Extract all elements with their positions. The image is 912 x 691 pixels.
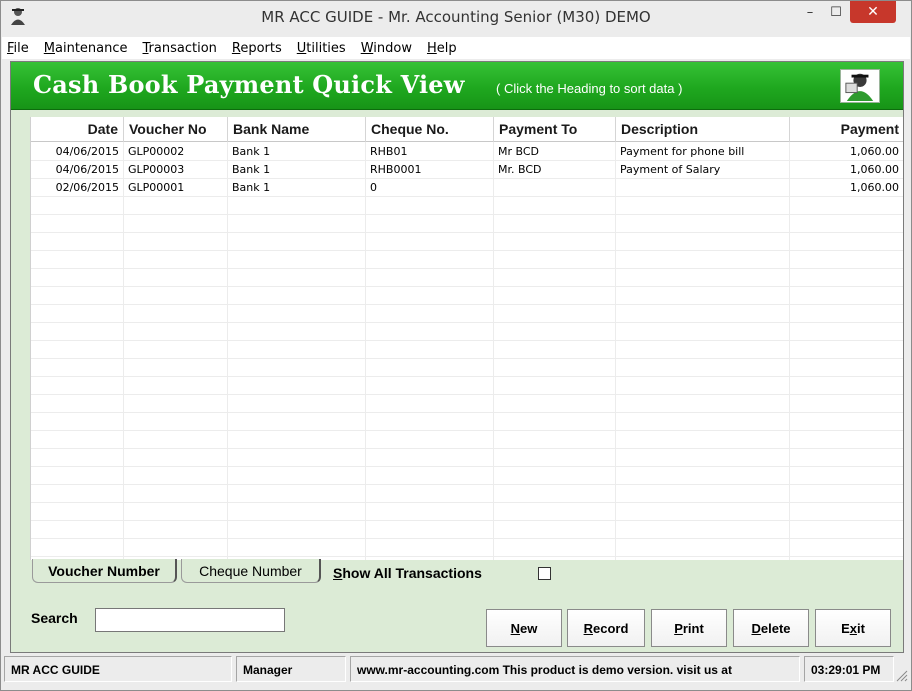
exit-button[interactable]: Ex it bbox=[815, 609, 891, 647]
empty-row bbox=[31, 287, 903, 305]
table-cell bbox=[494, 179, 616, 197]
table-cell: Mr. BCD bbox=[494, 161, 616, 179]
table-cell: Bank 1 bbox=[228, 143, 366, 161]
table-cell: Mr BCD bbox=[494, 143, 616, 161]
column-description[interactable]: Description bbox=[616, 117, 790, 142]
delete-button[interactable]: Delete bbox=[733, 609, 809, 647]
table-cell: Bank 1 bbox=[228, 179, 366, 197]
table-cell: Bank 1 bbox=[228, 161, 366, 179]
table-cell bbox=[616, 179, 790, 197]
search-label: Search bbox=[31, 610, 78, 626]
menu-transaction[interactable]: Transaction bbox=[143, 41, 217, 56]
table-row[interactable]: 04/06/2015 GLP00002 Bank 1 RHB01 Mr BCD Payme… bbox=[31, 143, 903, 161]
title-bar[interactable]: MR ACC GUIDE - Mr. Accounting Senior (M3… bbox=[1, 1, 911, 35]
menu-help[interactable]: Help bbox=[427, 41, 457, 56]
column-bank-name[interactable]: Bank Name bbox=[228, 117, 366, 142]
sort-hint: ( Click the Heading to sort data ) bbox=[496, 81, 683, 96]
status-user: Manager bbox=[236, 656, 346, 682]
table-cell: Payment of Salary bbox=[616, 161, 790, 179]
search-input[interactable] bbox=[95, 608, 285, 632]
window-title: MR ACC GUIDE - Mr. Accounting Senior (M3… bbox=[261, 8, 651, 26]
menu-window[interactable]: Window bbox=[361, 41, 412, 56]
page-title: Cash Book Payment Quick View bbox=[33, 70, 465, 99]
menu-file[interactable]: File bbox=[7, 41, 29, 56]
empty-row bbox=[31, 215, 903, 233]
show-all-transactions-checkbox[interactable] bbox=[538, 567, 551, 580]
column-date[interactable]: Date bbox=[31, 117, 124, 142]
column-cheque-no[interactable]: Cheque No. bbox=[366, 117, 494, 142]
user-agent-icon[interactable] bbox=[840, 69, 880, 103]
status-bar: MR ACC GUIDE Manager www.mr-accounting.c… bbox=[2, 656, 910, 684]
column-voucher-no[interactable]: Voucher No bbox=[124, 117, 228, 142]
table-row[interactable]: 04/06/2015 GLP00003 Bank 1 RHB0001 Mr. BCD Pa… bbox=[31, 161, 903, 179]
table-cell: GLP00003 bbox=[124, 161, 228, 179]
empty-row bbox=[31, 233, 903, 251]
table-row[interactable]: 02/06/2015 GLP00001 Bank 1 0 1,060.00 bbox=[31, 179, 903, 197]
status-app-name: MR ACC GUIDE bbox=[4, 656, 232, 682]
table-cell: 1,060.00 bbox=[790, 161, 903, 179]
table-cell: 02/06/2015 bbox=[31, 179, 124, 197]
table-cell: Payment for phone bill bbox=[616, 143, 790, 161]
empty-row bbox=[31, 323, 903, 341]
empty-row bbox=[31, 521, 903, 539]
empty-row bbox=[31, 395, 903, 413]
empty-row bbox=[31, 377, 903, 395]
tab-voucher-number[interactable]: Voucher Number bbox=[32, 559, 177, 583]
menu-maintenance[interactable]: Maintenance bbox=[44, 41, 128, 56]
empty-row bbox=[31, 467, 903, 485]
table-cell: 04/06/2015 bbox=[31, 143, 124, 161]
app-window: MR ACC GUIDE - Mr. Accounting Senior (M3… bbox=[0, 0, 912, 691]
column-payment-to[interactable]: Payment To bbox=[494, 117, 616, 142]
payment-table: Date Voucher No Bank Name Cheque No. Pay… bbox=[30, 117, 903, 560]
table-cell: 1,060.00 bbox=[790, 179, 903, 197]
menu-utilities[interactable]: Utilities bbox=[297, 41, 346, 56]
empty-row bbox=[31, 503, 903, 521]
empty-row bbox=[31, 251, 903, 269]
table-cell: RHB0001 bbox=[366, 161, 494, 179]
column-payment[interactable]: Payment bbox=[790, 117, 903, 142]
close-button[interactable]: ✕ bbox=[850, 1, 896, 23]
table-cell: RHB01 bbox=[366, 143, 494, 161]
empty-row bbox=[31, 485, 903, 503]
status-message: www.mr-accounting.com This product is de… bbox=[350, 656, 800, 682]
table-header: Date Voucher No Bank Name Cheque No. Pay… bbox=[31, 117, 903, 142]
empty-row bbox=[31, 305, 903, 323]
record-button[interactable]: Record bbox=[567, 609, 645, 647]
print-button[interactable]: Print bbox=[651, 609, 727, 647]
header-bar: Cash Book Payment Quick View ( Click the… bbox=[11, 62, 903, 110]
empty-row bbox=[31, 269, 903, 287]
empty-row bbox=[31, 431, 903, 449]
table-cell: GLP00001 bbox=[124, 179, 228, 197]
table-cell: GLP00002 bbox=[124, 143, 228, 161]
empty-row bbox=[31, 449, 903, 467]
table-cell: 1,060.00 bbox=[790, 143, 903, 161]
resize-grip-icon[interactable] bbox=[894, 668, 908, 682]
empty-row bbox=[31, 359, 903, 377]
menu-bar: File Maintenance Transaction Reports Uti… bbox=[2, 37, 910, 59]
status-time: 03:29:01 PM bbox=[804, 656, 894, 682]
empty-row bbox=[31, 197, 903, 215]
empty-row bbox=[31, 341, 903, 359]
empty-row bbox=[31, 413, 903, 431]
table-cell: 04/06/2015 bbox=[31, 161, 124, 179]
empty-row bbox=[31, 539, 903, 557]
maximize-button[interactable]: ☐ bbox=[823, 1, 849, 23]
table-cell: 0 bbox=[366, 179, 494, 197]
menu-reports[interactable]: Reports bbox=[232, 41, 282, 56]
tab-cheque-number[interactable]: Cheque Number bbox=[181, 559, 321, 583]
show-all-transactions-label[interactable]: Show All Transactions bbox=[333, 565, 482, 581]
quick-view-panel: Cash Book Payment Quick View ( Click the… bbox=[10, 61, 904, 653]
minimize-button[interactable]: – bbox=[797, 1, 823, 23]
new-button[interactable]: New bbox=[486, 609, 562, 647]
